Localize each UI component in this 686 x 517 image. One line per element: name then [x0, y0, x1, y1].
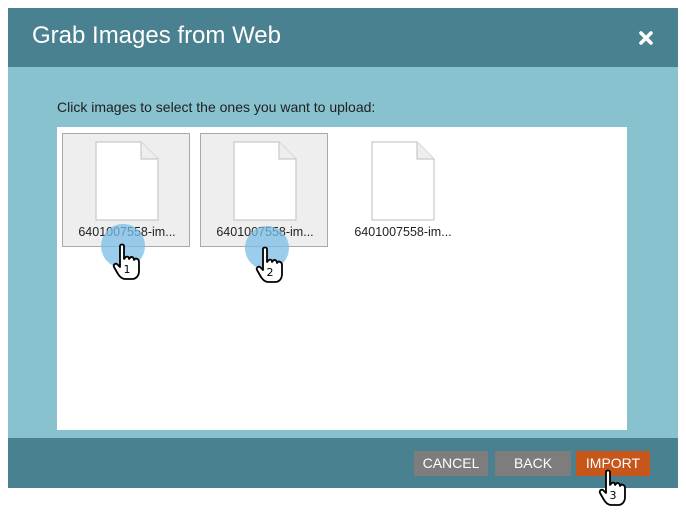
dialog-footer: CANCEL BACK IMPORT	[8, 438, 678, 488]
image-tile-3[interactable]: 6401007558-im...	[338, 133, 466, 247]
document-icon	[371, 141, 435, 221]
step-number: 1	[124, 263, 131, 276]
hand-pointer-icon: 1	[112, 243, 140, 280]
hand-pointer-icon: 2	[255, 246, 283, 283]
hand-pointer-icon: 3	[598, 469, 626, 506]
back-button[interactable]: BACK	[495, 451, 571, 476]
close-icon[interactable]	[636, 28, 656, 48]
document-icon	[95, 141, 159, 221]
step-number: 2	[267, 266, 274, 279]
image-filename: 6401007558-im...	[354, 225, 452, 239]
document-icon	[233, 141, 297, 221]
cancel-button[interactable]: CANCEL	[414, 451, 488, 476]
step-number: 3	[610, 489, 617, 502]
image-selection-panel: 6401007558-im... 6401007558-im... 640100…	[57, 127, 627, 430]
dialog-titlebar: Grab Images from Web	[8, 8, 678, 67]
dialog-title: Grab Images from Web	[32, 22, 281, 49]
instruction-text: Click images to select the ones you want…	[57, 99, 376, 115]
